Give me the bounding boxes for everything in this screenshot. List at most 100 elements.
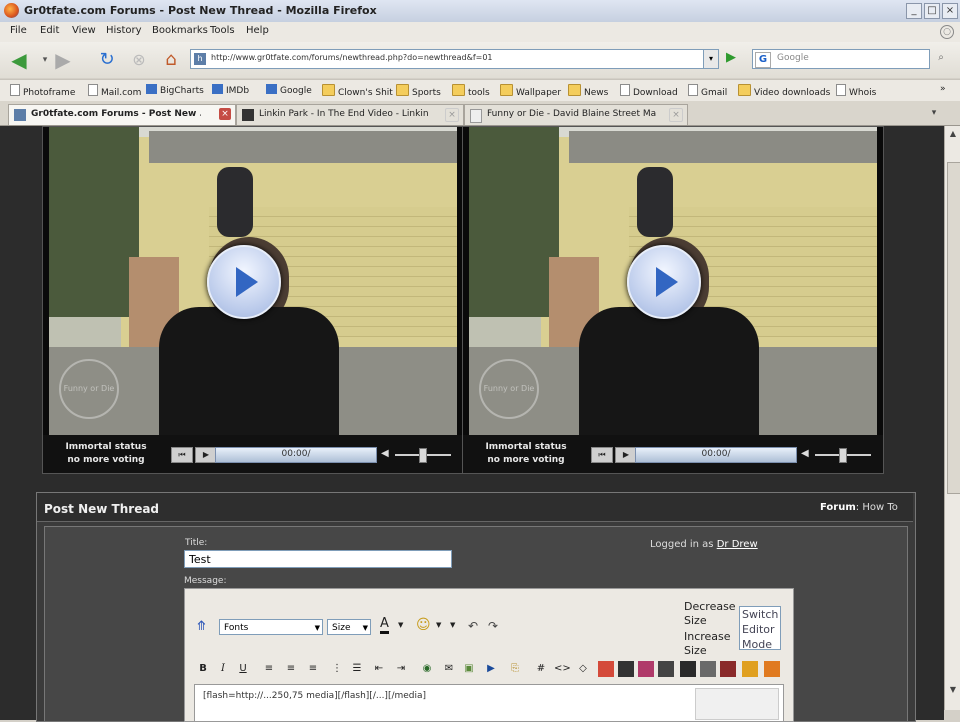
code-hash-icon[interactable]: # bbox=[534, 662, 548, 676]
bookmark-item[interactable]: BigCharts bbox=[146, 84, 204, 96]
tab-funny-or-die[interactable]: Funny or Die - David Blaine Street Ma...… bbox=[464, 104, 688, 125]
bookmark-item[interactable]: Download bbox=[620, 84, 678, 98]
tab-list-icon[interactable]: ▾ bbox=[928, 106, 940, 120]
ordered-list-icon[interactable]: ⋮ bbox=[330, 662, 344, 676]
close-tab-icon[interactable]: × bbox=[445, 108, 459, 122]
search-magnifier-icon[interactable]: ⌕ bbox=[934, 51, 948, 65]
maximize-button[interactable]: □ bbox=[924, 3, 940, 19]
search-bar[interactable]: G Google bbox=[752, 49, 930, 69]
font-select[interactable]: Fonts ▼ bbox=[219, 619, 323, 635]
scroll-down-icon[interactable]: ▼ bbox=[947, 684, 959, 696]
media-tag-icon[interactable] bbox=[764, 661, 780, 677]
forward-arrow-icon[interactable]: ▶ bbox=[52, 50, 74, 70]
video-frame[interactable]: Funny or Die bbox=[469, 127, 877, 435]
play-overlay-button[interactable] bbox=[627, 245, 701, 319]
smilie-dropdown-icon[interactable]: ▼ bbox=[436, 621, 441, 629]
close-tab-icon[interactable]: × bbox=[669, 108, 683, 122]
volume-icon[interactable]: ◀ bbox=[801, 447, 813, 461]
decrease-size-button[interactable]: Decrease Size bbox=[684, 600, 740, 628]
scroll-thumb[interactable] bbox=[947, 162, 960, 494]
bookmarks-overflow-icon[interactable]: » bbox=[940, 84, 946, 94]
message-textarea[interactable]: [flash=http://...250,75 media][/flash][/… bbox=[194, 684, 784, 722]
bookmark-item[interactable]: IMDb bbox=[212, 84, 249, 96]
progress-bar[interactable]: 00:00/ bbox=[215, 447, 377, 463]
search-engine-icon[interactable]: G bbox=[755, 52, 771, 68]
tab-forum[interactable]: Gr0tfate.com Forums - Post New ... × bbox=[8, 104, 236, 125]
vertical-scrollbar[interactable]: ▲ ▼ bbox=[944, 126, 960, 710]
volume-knob[interactable] bbox=[419, 448, 427, 463]
html-code-icon[interactable]: <> bbox=[554, 662, 571, 676]
insert-image-icon[interactable]: ▣ bbox=[462, 662, 476, 676]
stop-icon[interactable]: ⊗ bbox=[128, 50, 150, 70]
home-icon[interactable]: ⌂ bbox=[160, 50, 182, 70]
align-right-icon[interactable]: ≡ bbox=[306, 662, 320, 676]
how-to-link[interactable]: How To bbox=[862, 502, 898, 513]
bookmark-item[interactable]: Whois bbox=[836, 84, 876, 98]
insert-video-icon[interactable]: ▶ bbox=[484, 662, 498, 676]
bold-icon[interactable]: B bbox=[196, 662, 210, 676]
bookmark-item[interactable]: Gmail bbox=[688, 84, 727, 98]
align-left-icon[interactable]: ≡ bbox=[262, 662, 276, 676]
back-arrow-icon[interactable]: ◀ bbox=[8, 50, 30, 70]
undo-icon[interactable]: ↶ bbox=[468, 619, 478, 633]
volume-icon[interactable]: ◀ bbox=[381, 447, 393, 461]
reload-icon[interactable]: ↻ bbox=[96, 50, 118, 70]
size-select[interactable]: Size ▼ bbox=[327, 619, 371, 635]
more-dropdown-icon[interactable]: ▼ bbox=[450, 621, 455, 629]
outdent-icon[interactable]: ⇤ bbox=[372, 662, 386, 676]
rewind-button[interactable]: ⏮ bbox=[171, 447, 193, 463]
smilie-icon[interactable]: ☺ bbox=[416, 617, 431, 633]
tab-linkin-park[interactable]: Linkin Park - In The End Video - Linkin … bbox=[236, 104, 464, 125]
play-button[interactable]: ▶ bbox=[615, 447, 637, 463]
title-input[interactable] bbox=[184, 550, 452, 568]
increase-size-button[interactable]: Increase Size bbox=[684, 630, 740, 658]
video-frame[interactable]: Funny or Die bbox=[49, 127, 457, 435]
media-tag-icon[interactable] bbox=[658, 661, 674, 677]
forum-link[interactable]: Forum bbox=[820, 502, 856, 513]
media-tag-icon[interactable] bbox=[638, 661, 654, 677]
menu-history[interactable]: History bbox=[106, 25, 142, 36]
text-color-icon[interactable]: A bbox=[380, 617, 389, 634]
close-tab-icon[interactable]: × bbox=[219, 108, 231, 120]
email-link-icon[interactable]: ✉ bbox=[442, 662, 456, 676]
indent-icon[interactable]: ⇥ bbox=[394, 662, 408, 676]
bookmark-item[interactable]: tools bbox=[452, 84, 490, 98]
menu-view[interactable]: View bbox=[72, 25, 96, 36]
bookmark-item[interactable]: Google bbox=[266, 84, 312, 96]
menu-help[interactable]: Help bbox=[246, 25, 269, 36]
bookmark-item[interactable]: Clown's Shit bbox=[322, 84, 393, 98]
italic-icon[interactable]: I bbox=[216, 662, 230, 676]
menu-tools[interactable]: Tools bbox=[210, 25, 235, 36]
text-color-dropdown-icon[interactable]: ▼ bbox=[398, 621, 403, 629]
bookmark-item[interactable]: Sports bbox=[396, 84, 441, 98]
media-tag-icon[interactable] bbox=[720, 661, 736, 677]
scroll-up-icon[interactable]: ▲ bbox=[947, 128, 959, 140]
bookmark-item[interactable]: News bbox=[568, 84, 608, 98]
close-window-button[interactable]: × bbox=[942, 3, 958, 19]
switch-editor-mode-button[interactable]: Switch Editor Mode bbox=[739, 606, 781, 651]
address-bar[interactable]: h http://www.gr0tfate.com/forums/newthre… bbox=[190, 49, 704, 69]
redo-icon[interactable]: ↷ bbox=[488, 619, 498, 633]
go-arrow-icon[interactable]: ▶ bbox=[722, 49, 740, 67]
search-input[interactable]: Google bbox=[777, 53, 809, 63]
rewind-button[interactable]: ⏮ bbox=[591, 447, 613, 463]
align-center-icon[interactable]: ≡ bbox=[284, 662, 298, 676]
menu-edit[interactable]: Edit bbox=[40, 25, 59, 36]
media-tag-icon[interactable] bbox=[700, 661, 716, 677]
progress-bar[interactable]: 00:00/ bbox=[635, 447, 797, 463]
media-tag-icon[interactable] bbox=[618, 661, 634, 677]
insert-link-icon[interactable]: ◉ bbox=[420, 662, 434, 676]
volume-knob[interactable] bbox=[839, 448, 847, 463]
minimize-button[interactable]: _ bbox=[906, 3, 922, 19]
play-button[interactable]: ▶ bbox=[195, 447, 217, 463]
attachment-icon[interactable]: ⎘ bbox=[508, 662, 522, 676]
address-dropdown-icon[interactable]: ▾ bbox=[703, 49, 719, 69]
bookmark-item[interactable]: Photoframe bbox=[10, 84, 75, 98]
underline-icon[interactable]: U bbox=[236, 662, 250, 676]
php-code-icon[interactable]: ◇ bbox=[576, 662, 590, 676]
bookmark-item[interactable]: Mail.com bbox=[88, 84, 141, 98]
bookmark-item[interactable]: Video downloads bbox=[738, 84, 830, 98]
menu-bookmarks[interactable]: Bookmarks bbox=[152, 25, 208, 36]
menu-file[interactable]: File bbox=[10, 25, 27, 36]
play-overlay-button[interactable] bbox=[207, 245, 281, 319]
